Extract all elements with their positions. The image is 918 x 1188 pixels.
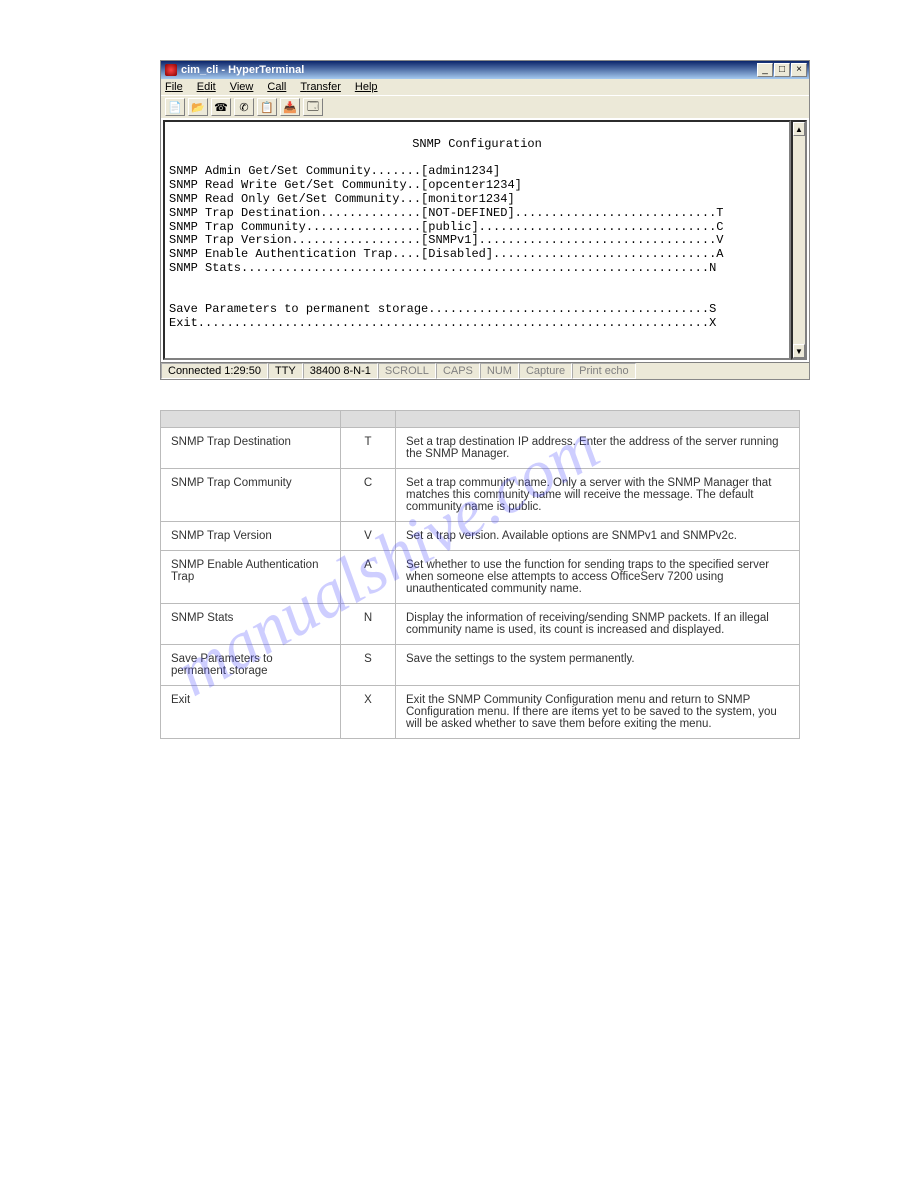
menu-call[interactable]: Call bbox=[267, 81, 286, 93]
table-row: Save Parameters to permanent storageSSav… bbox=[161, 645, 800, 686]
status-num: NUM bbox=[480, 363, 519, 379]
tool-connect-icon[interactable]: ☎ bbox=[211, 98, 231, 116]
menu-edit[interactable]: Edit bbox=[197, 81, 216, 93]
cell-key: C bbox=[341, 469, 396, 522]
scrollbar[interactable]: ▲ ▼ bbox=[791, 120, 807, 360]
status-echo: Print echo bbox=[572, 363, 636, 379]
cell-item: SNMP Enable Authentication Trap bbox=[161, 551, 341, 604]
status-capture: Capture bbox=[519, 363, 572, 379]
cell-desc: Set a trap destination IP address. Enter… bbox=[396, 428, 800, 469]
cell-desc: Exit the SNMP Community Configuration me… bbox=[396, 686, 800, 739]
table-row: SNMP StatsNDisplay the information of re… bbox=[161, 604, 800, 645]
cell-item: Exit bbox=[161, 686, 341, 739]
minimize-button[interactable]: _ bbox=[757, 63, 773, 77]
status-scroll: SCROLL bbox=[378, 363, 436, 379]
table-row: SNMP Trap CommunityCSet a trap community… bbox=[161, 469, 800, 522]
cell-desc: Set a trap community name. Only a server… bbox=[396, 469, 800, 522]
status-caps: CAPS bbox=[436, 363, 480, 379]
status-connected: Connected 1:29:50 bbox=[161, 363, 268, 379]
cell-key: A bbox=[341, 551, 396, 604]
cell-desc: Set a trap version. Available options ar… bbox=[396, 522, 800, 551]
app-icon bbox=[165, 64, 177, 76]
statusbar: Connected 1:29:50 TTY 38400 8-N-1 SCROLL… bbox=[161, 362, 809, 379]
terminal-area: SNMP Configuration SNMP Admin Get/Set Co… bbox=[163, 120, 791, 360]
menu-view[interactable]: View bbox=[230, 81, 254, 93]
tool-disconnect-icon[interactable]: ✆ bbox=[234, 98, 254, 116]
hyperterminal-window: cim_cli - HyperTerminal _ □ × File Edit … bbox=[160, 60, 810, 380]
close-button[interactable]: × bbox=[791, 63, 807, 77]
cell-item: SNMP Stats bbox=[161, 604, 341, 645]
th-desc bbox=[396, 411, 800, 428]
tool-new-icon[interactable]: 📄 bbox=[165, 98, 185, 116]
snmp-definition-table: SNMP Trap DestinationTSet a trap destina… bbox=[160, 410, 800, 739]
terminal-line: SNMP Read Only Get/Set Community...[moni… bbox=[169, 192, 515, 206]
cell-key: S bbox=[341, 645, 396, 686]
menu-transfer[interactable]: Transfer bbox=[300, 81, 341, 93]
cell-key: V bbox=[341, 522, 396, 551]
cell-desc: Display the information of receiving/sen… bbox=[396, 604, 800, 645]
scroll-up-icon[interactable]: ▲ bbox=[793, 122, 805, 136]
scroll-down-icon[interactable]: ▼ bbox=[793, 344, 805, 358]
th-key bbox=[341, 411, 396, 428]
status-rate: 38400 8-N-1 bbox=[303, 363, 378, 379]
terminal-title: SNMP Configuration bbox=[169, 138, 785, 152]
terminal-line: Save Parameters to permanent storage....… bbox=[169, 302, 716, 316]
terminal-line: SNMP Read Write Get/Set Community..[opce… bbox=[169, 178, 522, 192]
terminal-line: SNMP Admin Get/Set Community.......[admi… bbox=[169, 164, 500, 178]
cell-item: SNMP Trap Community bbox=[161, 469, 341, 522]
status-port: TTY bbox=[268, 363, 303, 379]
cell-item: Save Parameters to permanent storage bbox=[161, 645, 341, 686]
maximize-button[interactable]: □ bbox=[774, 63, 790, 77]
table-row: SNMP Trap VersionVSet a trap version. Av… bbox=[161, 522, 800, 551]
menu-help[interactable]: Help bbox=[355, 81, 378, 93]
terminal-line: Exit....................................… bbox=[169, 316, 716, 330]
cell-desc: Set whether to use the function for send… bbox=[396, 551, 800, 604]
cell-item: SNMP Trap Version bbox=[161, 522, 341, 551]
tool-open-icon[interactable]: 📂 bbox=[188, 98, 208, 116]
cell-desc: Save the settings to the system permanen… bbox=[396, 645, 800, 686]
toolbar: 📄 📂 ☎ ✆ 📋 📥 🗔 bbox=[161, 95, 809, 118]
th-item bbox=[161, 411, 341, 428]
tool-properties-icon[interactable]: 🗔 bbox=[303, 98, 323, 116]
menu-file[interactable]: File bbox=[165, 81, 183, 93]
window-title: cim_cli - HyperTerminal bbox=[181, 64, 304, 76]
table-row: SNMP Trap DestinationTSet a trap destina… bbox=[161, 428, 800, 469]
cell-item: SNMP Trap Destination bbox=[161, 428, 341, 469]
cell-key: X bbox=[341, 686, 396, 739]
tool-receive-icon[interactable]: 📥 bbox=[280, 98, 300, 116]
titlebar: cim_cli - HyperTerminal _ □ × bbox=[161, 61, 809, 79]
terminal-line: SNMP Enable Authentication Trap....[Disa… bbox=[169, 247, 724, 261]
cell-key: N bbox=[341, 604, 396, 645]
cell-key: T bbox=[341, 428, 396, 469]
tool-send-icon[interactable]: 📋 bbox=[257, 98, 277, 116]
terminal-line: SNMP Trap Community................[publ… bbox=[169, 220, 724, 234]
menubar: File Edit View Call Transfer Help bbox=[161, 79, 809, 95]
terminal-line: SNMP Stats..............................… bbox=[169, 261, 716, 275]
terminal-line: SNMP Trap Destination..............[NOT-… bbox=[169, 206, 724, 220]
table-row: SNMP Enable Authentication TrapASet whet… bbox=[161, 551, 800, 604]
table-row: ExitXExit the SNMP Community Configurati… bbox=[161, 686, 800, 739]
terminal-line: SNMP Trap Version..................[SNMP… bbox=[169, 233, 724, 247]
